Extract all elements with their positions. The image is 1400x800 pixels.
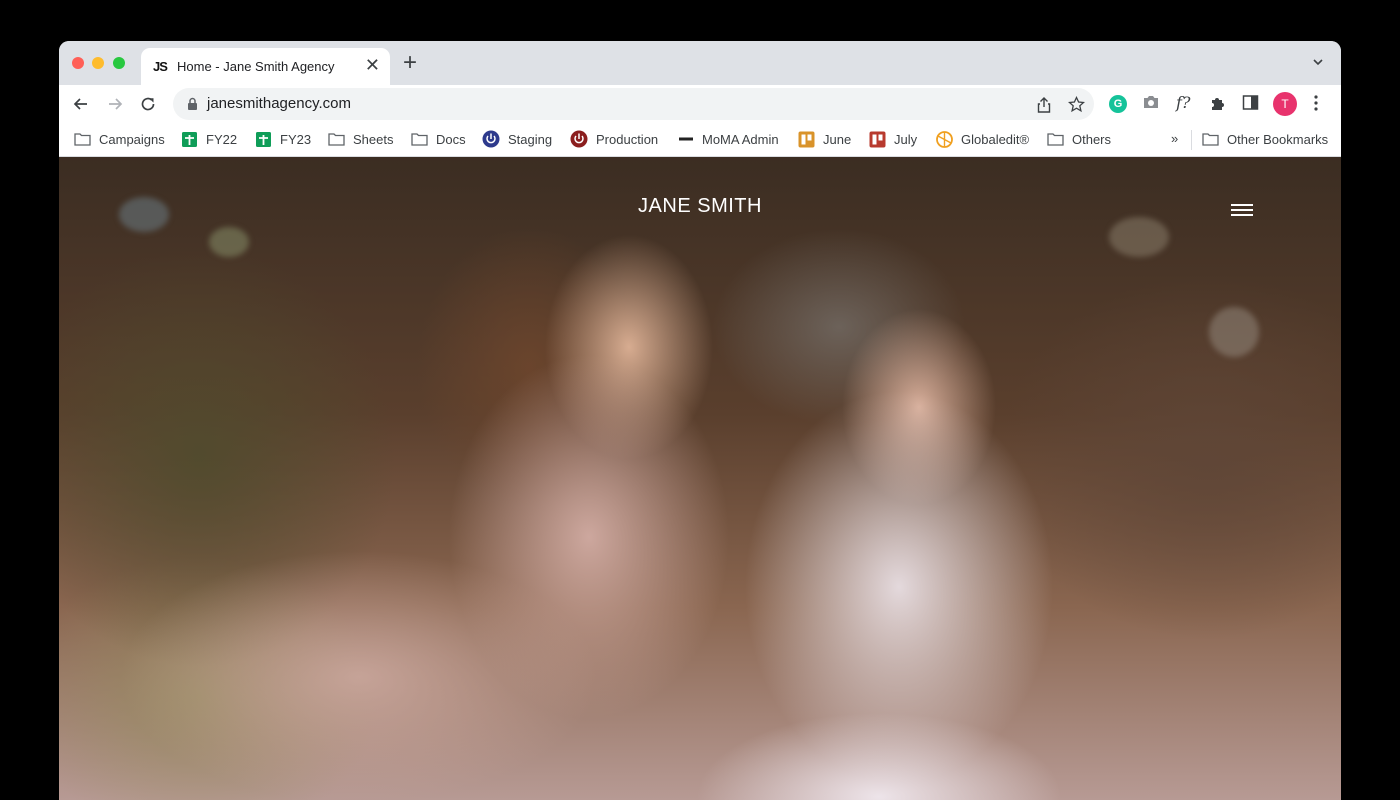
camera-extension-icon[interactable]: [1142, 94, 1160, 110]
background-foliage: [1209, 307, 1259, 357]
bookmark-label: Globaledit®: [961, 131, 1030, 147]
bookmark-label: Staging: [508, 131, 553, 147]
address-bar[interactable]: janesmithagency.com: [173, 88, 1094, 120]
bookmark-star-icon[interactable]: [1068, 96, 1085, 113]
folder-icon: [1047, 133, 1064, 146]
bookmark-docs[interactable]: Docs: [411, 129, 466, 149]
bookmark-july[interactable]: July: [869, 129, 917, 149]
bookmark-fy22[interactable]: FY22: [181, 129, 237, 149]
hero-image: [59, 157, 1341, 800]
bookmark-staging[interactable]: Staging: [482, 129, 552, 149]
hamburger-menu-icon[interactable]: [1231, 202, 1253, 218]
trello-icon: [869, 131, 886, 147]
kebab-menu-icon[interactable]: [1313, 94, 1319, 112]
window-maximize-button[interactable]: [113, 57, 125, 69]
bookmark-june[interactable]: June: [798, 129, 851, 149]
window-minimize-button[interactable]: [92, 57, 104, 69]
reload-icon[interactable]: [138, 94, 158, 114]
folder-icon: [1202, 133, 1219, 146]
other-bookmarks-label: Other Bookmarks: [1227, 131, 1329, 147]
forward-arrow-icon[interactable]: [105, 94, 125, 114]
folder-icon: [74, 133, 91, 146]
background-foliage: [209, 227, 249, 257]
profile-avatar[interactable]: T: [1273, 92, 1297, 116]
power-icon: [570, 130, 588, 148]
bookmarks-bar: Campaigns FY22 FY23 Sheets Docs Staging …: [59, 123, 1341, 157]
bookmark-others[interactable]: Others: [1047, 129, 1111, 149]
grammarly-extension-icon[interactable]: G: [1109, 95, 1127, 113]
sheets-icon: [256, 131, 271, 147]
folder-icon: [411, 133, 428, 146]
tab-favicon: JS: [153, 59, 168, 74]
side-panel-icon[interactable]: [1242, 94, 1259, 111]
bookmark-moma-admin[interactable]: MoMA Admin: [678, 129, 779, 149]
sheets-icon: [182, 131, 197, 147]
power-icon: [482, 130, 500, 148]
lock-icon[interactable]: [187, 97, 198, 111]
tab-title: Home - Jane Smith Agency: [177, 59, 335, 74]
formula-extension-icon[interactable]: f?: [1176, 93, 1191, 112]
extensions-puzzle-icon[interactable]: [1209, 94, 1227, 112]
bookmark-label: Sheets: [353, 131, 394, 147]
site-logo[interactable]: JANE SMITH: [59, 195, 1341, 218]
bookmark-label: MoMA Admin: [702, 131, 779, 147]
share-icon[interactable]: [1036, 96, 1052, 114]
bookmark-fy23[interactable]: FY23: [255, 129, 311, 149]
bookmark-label: Production: [596, 131, 659, 147]
new-tab-button[interactable]: +: [403, 51, 417, 75]
bookmark-label: FY23: [280, 131, 312, 147]
tab-close-icon[interactable]: ✕: [365, 55, 380, 75]
bookmark-globaledit[interactable]: Globaledit®: [936, 129, 1029, 149]
bookmarks-divider: [1191, 130, 1192, 150]
moma-icon: [679, 137, 693, 141]
bookmark-label: Campaigns: [99, 131, 165, 147]
tab-active[interactable]: JS Home - Jane Smith Agency ✕: [141, 48, 390, 85]
other-bookmarks-folder[interactable]: Other Bookmarks: [1202, 129, 1328, 149]
tab-search-chevron-icon[interactable]: [1311, 55, 1325, 69]
window-close-button[interactable]: [72, 57, 84, 69]
page-viewport: JANE SMITH: [59, 157, 1341, 800]
toolbar: janesmithagency.com G f? T: [59, 85, 1341, 123]
folder-icon: [328, 133, 345, 146]
bookmark-label: Others: [1072, 131, 1112, 147]
globaledit-icon: [936, 130, 953, 148]
bookmark-label: Docs: [436, 131, 466, 147]
back-arrow-icon[interactable]: [71, 94, 91, 114]
bookmark-sheets[interactable]: Sheets: [328, 129, 393, 149]
tab-strip: JS Home - Jane Smith Agency ✕ +: [59, 41, 1341, 85]
bookmark-label: FY22: [206, 131, 238, 147]
trello-icon: [798, 131, 815, 147]
background-foliage: [1109, 217, 1169, 257]
url-text[interactable]: janesmithagency.com: [207, 95, 351, 112]
browser-window: JS Home - Jane Smith Agency ✕ + janesmit…: [59, 41, 1341, 800]
bookmark-campaigns[interactable]: Campaigns: [74, 129, 165, 149]
bookmark-production[interactable]: Production: [570, 129, 658, 149]
bookmark-label: June: [823, 131, 852, 147]
bookmark-label: July: [894, 131, 918, 147]
bookmarks-overflow-button[interactable]: »: [1171, 131, 1178, 146]
